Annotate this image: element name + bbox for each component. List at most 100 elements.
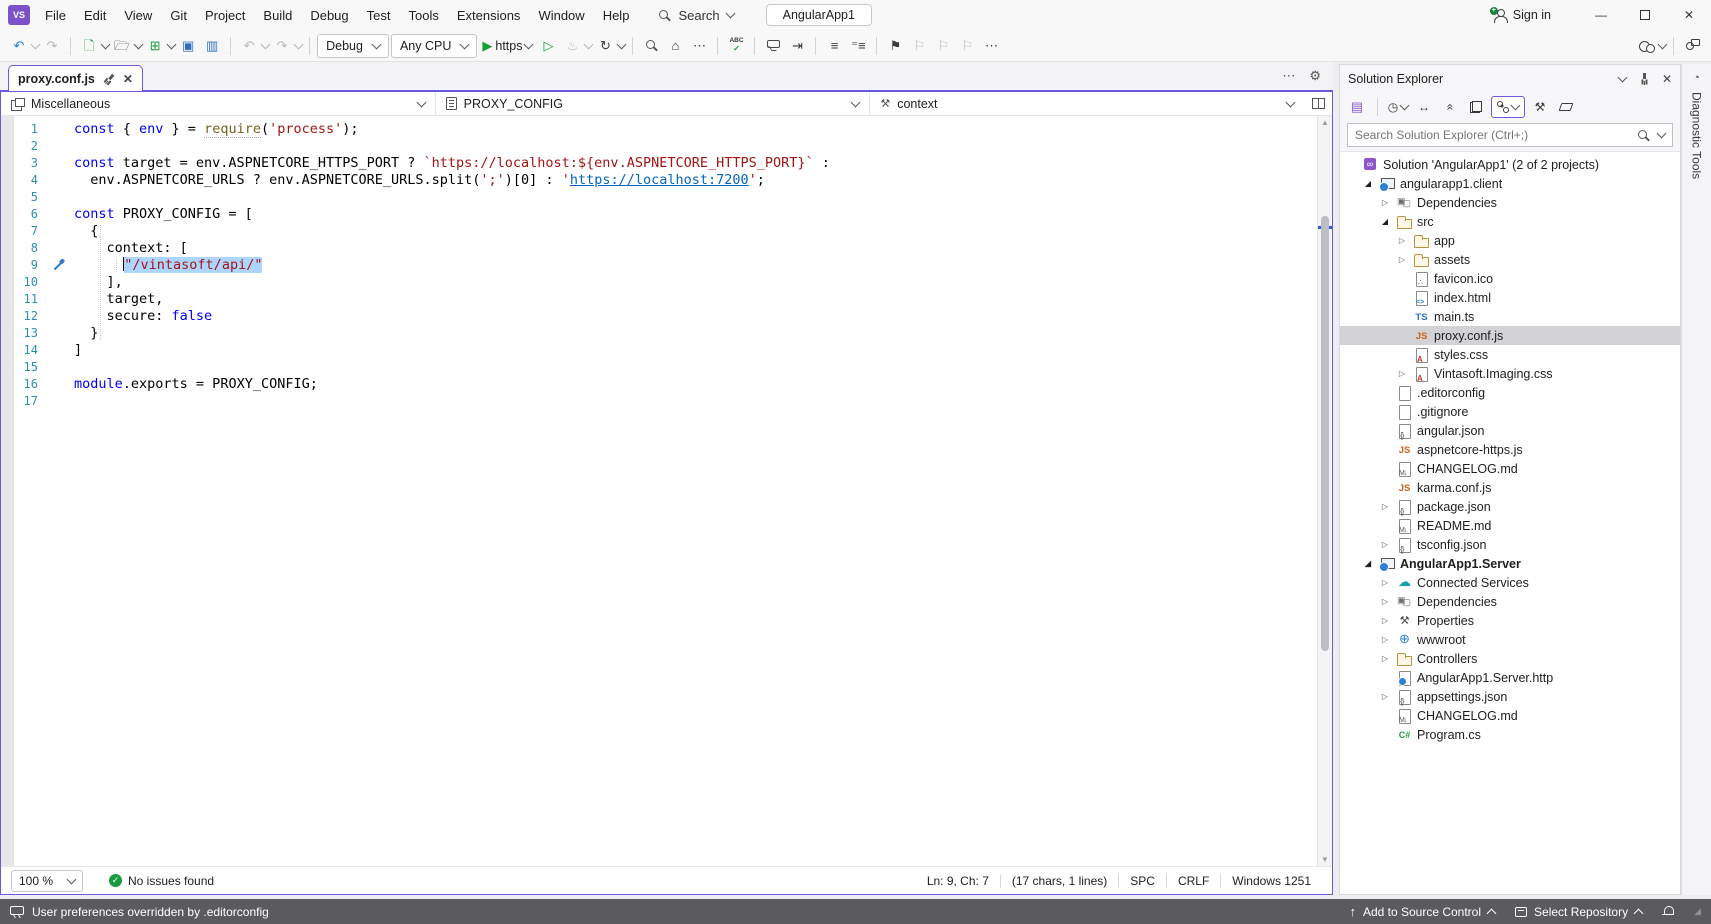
code-line-10[interactable]: 10 ], [14,274,1316,291]
menu-item-edit[interactable]: Edit [75,4,115,27]
tree-item-appsettings-json[interactable]: ▷appsettings.json [1340,687,1680,706]
editor-status-item[interactable]: Windows 1251 [1221,874,1322,888]
spell-checker-button[interactable]: ABC✓ [725,34,747,58]
send-feedback-button[interactable] [1681,34,1703,58]
editor-status-item[interactable]: (17 chars, 1 lines) [1001,874,1118,888]
add-item-button[interactable]: ⊞ [144,34,166,58]
member-dropdown[interactable]: ⚒ context [870,92,1304,115]
redo-chevron[interactable] [294,39,304,49]
menu-item-project[interactable]: Project [196,4,254,27]
code-line-5[interactable]: 5 [14,189,1316,206]
notifications-bell-icon[interactable] [1662,906,1674,918]
maximize-button[interactable] [1623,0,1667,30]
toolbar-overflow-button[interactable]: ⋯ [688,34,710,58]
diagnostic-tools-tab[interactable]: Diagnostic Tools [1690,92,1704,179]
decrease-indent-button[interactable]: ≡ [823,34,845,58]
code-line-9[interactable]: 9 "/vintasoft/api/" [14,257,1316,274]
new-file-chevron[interactable] [101,39,111,49]
toggle-comment-button[interactable] [762,34,784,58]
menu-item-tools[interactable]: Tools [399,4,447,27]
start-without-debugging-button[interactable]: ▷ [537,34,559,58]
menu-item-window[interactable]: Window [529,4,593,27]
tree-item-program-cs[interactable]: Program.cs [1340,725,1680,744]
find-in-files-button[interactable] [640,34,662,58]
editor-scrollbar[interactable]: ▲ ▼ [1317,116,1332,866]
tree-item-tsconfig-json[interactable]: ▷tsconfig.json [1340,535,1680,554]
select-repository-button[interactable]: Select Repository [1515,905,1642,919]
pending-changes-filter-button[interactable]: ◷ [1387,96,1409,118]
menu-item-test[interactable]: Test [358,4,400,27]
code-line-15[interactable]: 15 [14,359,1316,376]
code-editor[interactable]: 1const { env } = require('process');23co… [1,116,1332,866]
tree-item-package-json[interactable]: ▷package.json [1340,497,1680,516]
zoom-level-combo[interactable]: 100 % [11,870,83,892]
increase-indent-button[interactable]: ⁼≡ [847,34,869,58]
pin-tab-icon[interactable] [100,70,117,87]
navigate-backward-button[interactable]: ↶ [8,34,30,58]
code-line-6[interactable]: 6const PROXY_CONFIG = [ [14,206,1316,223]
tree-item-angularapp1-server[interactable]: ◢AngularApp1.Server [1340,554,1680,573]
tree-item-readme-md[interactable]: README.md [1340,516,1680,535]
tree-item-wwwroot[interactable]: ▷wwwroot [1340,630,1680,649]
live-share-button[interactable] [1635,34,1657,58]
switch-views-button[interactable]: ▤ [1346,96,1368,118]
save-all-button[interactable]: ▥ [201,34,223,58]
search-options-chevron[interactable] [1657,129,1667,139]
editor-status-item[interactable]: Ln: 9, Ch: 7 [916,874,1000,888]
tree-item-controllers[interactable]: ▷Controllers [1340,649,1680,668]
code-line-12[interactable]: 12 secure: false [14,308,1316,325]
scrollbar-thumb[interactable] [1321,216,1329,651]
collapsed-arrow-icon[interactable]: ▷ [1395,236,1409,245]
editor-toolbar-overflow-button[interactable]: ⋯ [980,34,1002,58]
scroll-up-icon[interactable]: ▲ [1318,118,1332,127]
tree-item-properties[interactable]: ▷Properties [1340,611,1680,630]
clear-bookmarks-button[interactable]: ⚐ [956,34,978,58]
collapsed-arrow-icon[interactable]: ▷ [1395,255,1409,264]
hot-reload-chevron[interactable] [584,39,594,49]
collapsed-arrow-icon[interactable]: ▷ [1395,369,1409,378]
status-message[interactable]: User preferences overridden by .editorco… [32,905,269,919]
code-line-14[interactable]: 14] [14,342,1316,359]
tree-item-app[interactable]: ▷app [1340,231,1680,250]
code-line-2[interactable]: 2 [14,138,1316,155]
next-bookmark-button[interactable]: ⚐ [932,34,954,58]
quick-actions-screwdriver-icon[interactable] [48,257,74,274]
tree-item-proxy-conf-js[interactable]: proxy.conf.js [1340,326,1680,345]
tree-item-dependencies[interactable]: ▷Dependencies [1340,592,1680,611]
tab-overflow-icon[interactable]: ⋯ [1282,68,1295,84]
collapsed-arrow-icon[interactable]: ▷ [1378,616,1392,625]
pin-panel-icon[interactable] [1638,73,1650,85]
tree-item-editorconfig[interactable]: .editorconfig [1340,383,1680,402]
solution-filter-toggle[interactable] [1491,96,1525,118]
redo-button[interactable]: ↷ [271,34,293,58]
go-to-document-button[interactable]: ⌂ [664,34,686,58]
tree-item-assets[interactable]: ▷assets [1340,250,1680,269]
search-control[interactable]: Search [648,5,743,26]
collapsed-arrow-icon[interactable]: ▷ [1378,540,1392,549]
document-well-settings-icon[interactable]: ⚙ [1309,68,1321,84]
tree-item-vintasoft-imaging-css[interactable]: ▷Vintasoft.Imaging.css [1340,364,1680,383]
live-share-chevron[interactable] [1658,39,1668,49]
close-tab-icon[interactable]: ✕ [123,72,133,86]
code-line-8[interactable]: 8 context: [ [14,240,1316,257]
solution-configurations-combo[interactable]: Debug [317,34,389,58]
restart-app-button[interactable]: ↻ [594,34,616,58]
expanded-arrow-icon[interactable]: ◢ [1378,217,1392,226]
expanded-arrow-icon[interactable]: ◢ [1361,179,1375,188]
collapsed-arrow-icon[interactable]: ▷ [1378,654,1392,663]
add-item-chevron[interactable] [167,39,177,49]
new-file-button[interactable]: 🗋 [78,34,100,58]
restart-chevron[interactable] [617,39,627,49]
code-line-1[interactable]: 1const { env } = require('process'); [14,121,1316,138]
solution-platforms-combo[interactable]: Any CPU [391,34,477,58]
window-position-chevron[interactable] [1617,72,1627,82]
navigate-forward-button[interactable]: ↷ [41,34,63,58]
hot-reload-button[interactable]: ♨ [561,34,583,58]
menu-item-extensions[interactable]: Extensions [448,4,530,27]
sign-in-button[interactable]: + Sign in [1492,8,1551,22]
tree-item-solution-angularapp1-2-of-2-projects[interactable]: Solution 'AngularApp1' (2 of 2 projects) [1340,155,1680,174]
previous-bookmark-button[interactable]: ⚐ [908,34,930,58]
tree-item-changelog-md[interactable]: CHANGELOG.md [1340,706,1680,725]
tree-item-main-ts[interactable]: main.ts [1340,307,1680,326]
open-file-button[interactable]: 🗁 [111,34,133,58]
